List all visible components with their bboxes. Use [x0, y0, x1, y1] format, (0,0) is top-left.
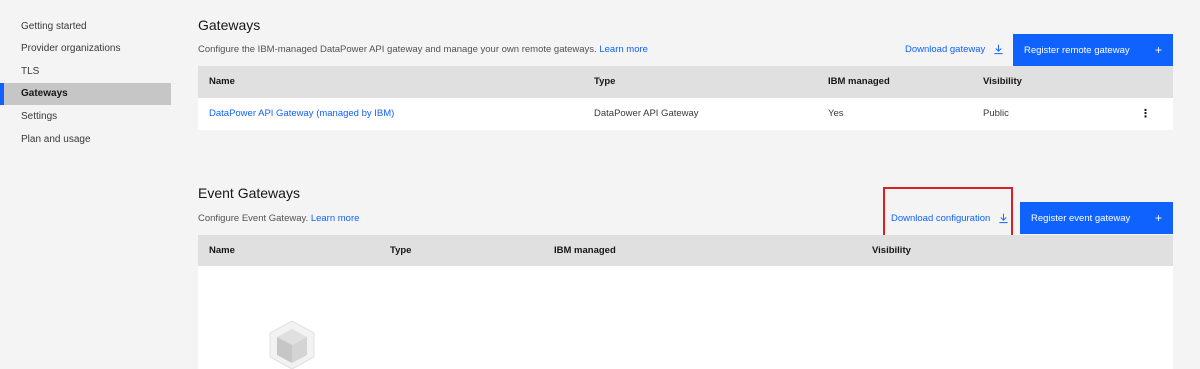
download-gateway-button[interactable]: Download gateway [905, 44, 1004, 55]
empty-state-area [198, 266, 1173, 369]
gateway-visibility: Public [983, 108, 1009, 119]
table-row: DataPower API Gateway (managed by IBM) D… [198, 98, 1173, 130]
register-event-gateway-label: Register event gateway [1031, 212, 1131, 224]
sidebar-item-plan-and-usage[interactable]: Plan and usage [0, 129, 171, 151]
column-header-ibm-managed: IBM managed [554, 245, 616, 256]
sidebar-item-settings[interactable]: Settings [0, 106, 171, 128]
column-header-name: Name [209, 76, 235, 87]
overflow-menu-icon[interactable]: ⋮ [1140, 98, 1151, 130]
column-header-type: Type [390, 245, 412, 256]
event-gateways-learn-more-link[interactable]: Learn more [311, 213, 360, 224]
register-event-gateway-button[interactable]: Register event gateway + [1020, 202, 1173, 234]
gateways-description-text: Configure the IBM-managed DataPower API … [198, 44, 597, 55]
event-gateways-table-header: Name Type IBM managed Visibility [198, 235, 1173, 267]
event-gateways-description-text: Configure Event Gateway. [198, 213, 309, 224]
column-header-visibility: Visibility [983, 76, 1022, 87]
event-gateways-description: Configure Event Gateway. Learn more [198, 213, 359, 224]
gateway-type: DataPower API Gateway [594, 108, 699, 119]
gateways-learn-more-link[interactable]: Learn more [599, 44, 648, 55]
plus-icon: + [1154, 211, 1162, 225]
gateways-table-header: Name Type IBM managed Visibility [198, 66, 1173, 98]
event-gateways-title: Event Gateways [198, 185, 300, 201]
sidebar-item-gateways[interactable]: Gateways [0, 83, 171, 105]
gateway-name-link[interactable]: DataPower API Gateway (managed by IBM) [209, 98, 394, 130]
gateways-description: Configure the IBM-managed DataPower API … [198, 44, 648, 55]
sidebar-item-getting-started[interactable]: Getting started [0, 16, 171, 38]
highlight-box [883, 187, 1013, 239]
column-header-ibm-managed: IBM managed [828, 76, 890, 87]
column-header-name: Name [209, 245, 235, 256]
column-header-visibility: Visibility [872, 245, 911, 256]
gateways-title: Gateways [198, 17, 261, 33]
column-header-type: Type [594, 76, 616, 87]
download-gateway-label: Download gateway [905, 44, 986, 55]
register-remote-gateway-label: Register remote gateway [1024, 44, 1130, 56]
sidebar-item-tls[interactable]: TLS [0, 61, 171, 83]
sidebar-nav: Getting started Provider organizations T… [0, 0, 171, 369]
download-icon [994, 44, 1003, 55]
register-remote-gateway-button[interactable]: Register remote gateway + [1013, 34, 1173, 66]
plus-icon: + [1154, 43, 1162, 57]
empty-state-cube-icon [269, 320, 315, 369]
sidebar-item-provider-organizations[interactable]: Provider organizations [0, 38, 171, 60]
gateway-ibm-managed: Yes [828, 108, 844, 119]
